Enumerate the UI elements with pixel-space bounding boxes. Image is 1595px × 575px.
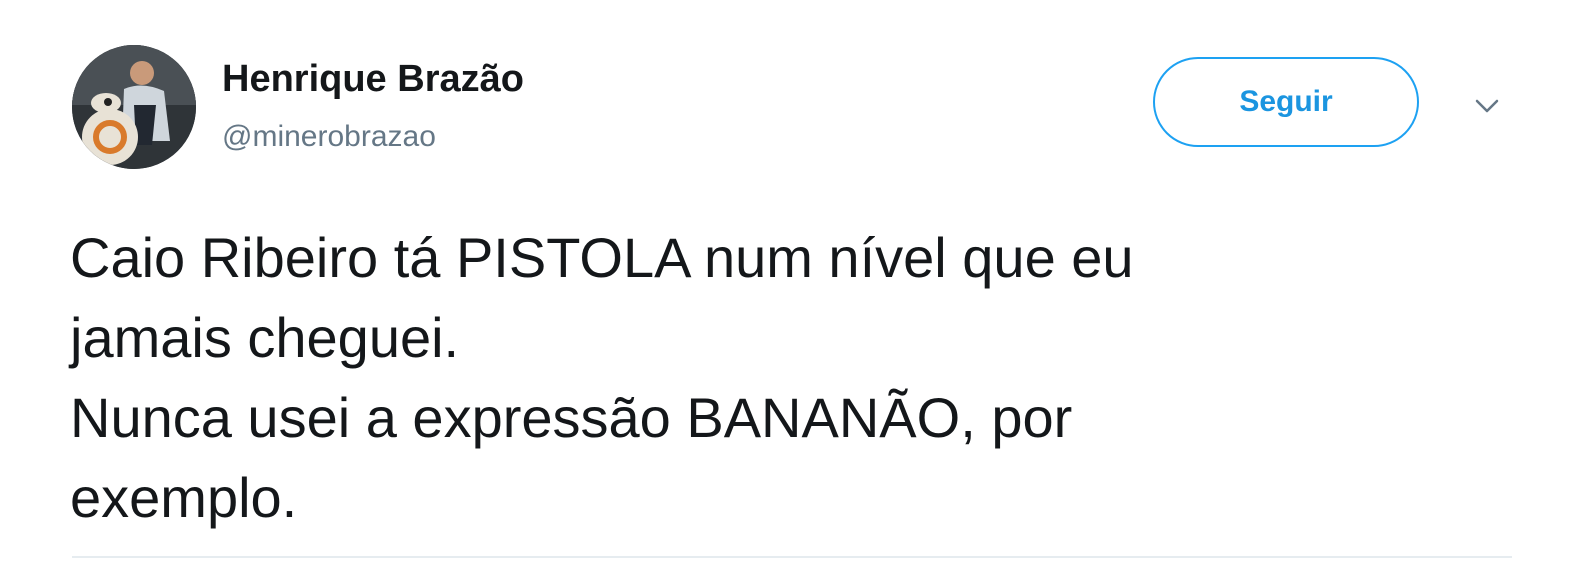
tweet-card: Henrique Brazão @minerobrazao Seguir Cai… xyxy=(0,0,1595,575)
tweet-text: Caio Ribeiro tá PISTOLA num nível que eu… xyxy=(70,218,1530,538)
divider xyxy=(72,556,1512,558)
tweet-text-line: exemplo. xyxy=(70,466,298,529)
tweet-text-line: Nunca usei a expressão BANANÃO, por xyxy=(70,386,1073,449)
follow-button[interactable]: Seguir xyxy=(1153,57,1419,147)
author-handle[interactable]: @minerobrazao xyxy=(222,120,436,154)
follow-button-label: Seguir xyxy=(1239,85,1333,118)
avatar-image xyxy=(72,45,196,169)
author-name[interactable]: Henrique Brazão xyxy=(222,58,524,101)
chevron-down-icon[interactable] xyxy=(1470,92,1504,120)
tweet-text-line: jamais cheguei. xyxy=(70,306,460,369)
tweet-text-line: Caio Ribeiro tá PISTOLA num nível que eu xyxy=(70,226,1134,289)
avatar[interactable] xyxy=(72,45,196,169)
